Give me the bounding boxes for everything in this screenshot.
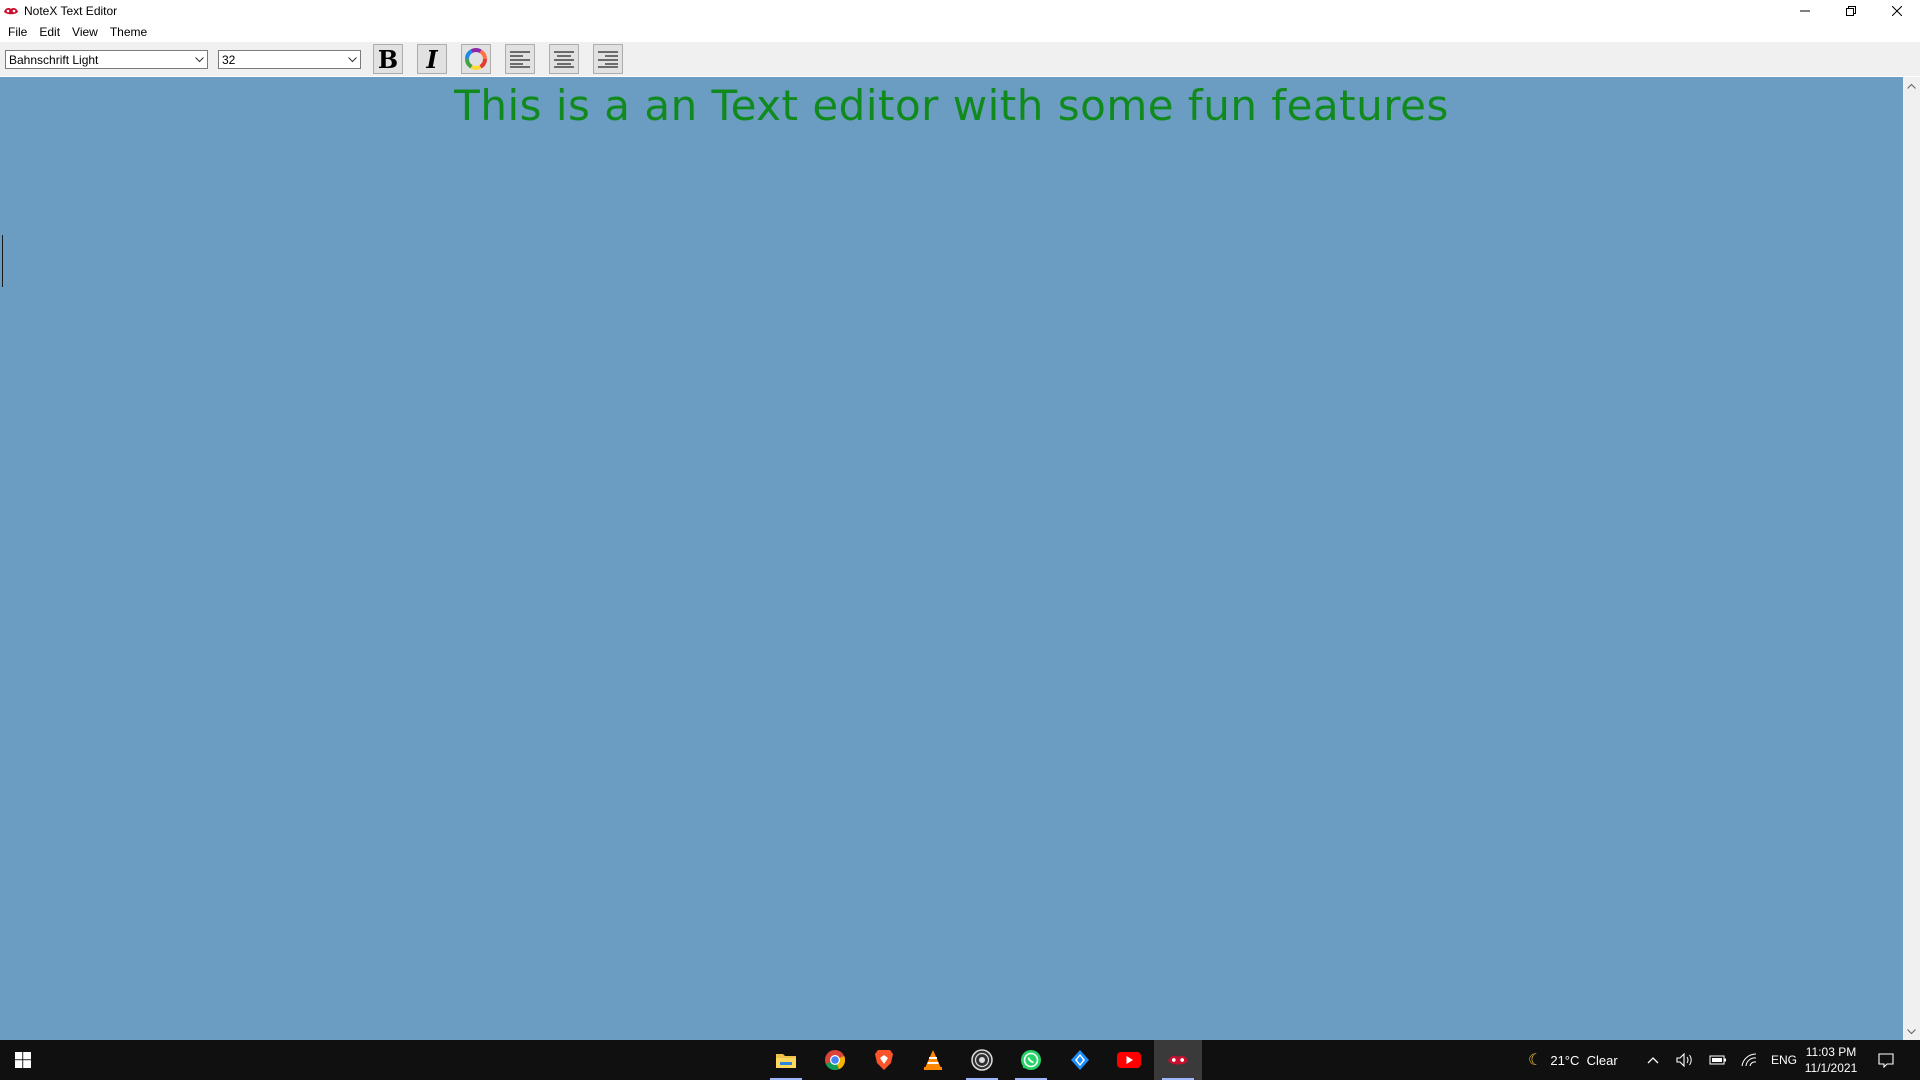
close-button[interactable] xyxy=(1874,0,1920,22)
taskbar-chrome[interactable] xyxy=(811,1040,859,1080)
scroll-down-button[interactable] xyxy=(1903,1023,1920,1040)
battery-icon xyxy=(1709,1055,1726,1065)
menu-edit[interactable]: Edit xyxy=(33,22,66,42)
notifications-button[interactable] xyxy=(1878,1040,1894,1080)
align-left-icon xyxy=(510,51,530,68)
vlc-icon xyxy=(924,1050,942,1070)
color-wheel-icon xyxy=(465,48,487,70)
italic-icon: I xyxy=(426,44,438,74)
font-family-value: Bahnschrift Light xyxy=(9,52,99,67)
messenger-icon xyxy=(1071,1050,1089,1070)
wifi-icon xyxy=(1741,1053,1757,1067)
weather-text: 21°C Clear xyxy=(1550,1052,1618,1068)
chevron-up-icon xyxy=(1907,83,1916,89)
taskbar-brave[interactable] xyxy=(860,1040,908,1080)
menu-theme[interactable]: Theme xyxy=(104,22,153,42)
chevron-down-icon xyxy=(191,51,207,68)
taskbar-whatsapp[interactable] xyxy=(1007,1040,1055,1080)
window-title: NoteX Text Editor xyxy=(24,4,118,18)
taskbar-obs[interactable] xyxy=(958,1040,1006,1080)
obs-icon xyxy=(971,1049,993,1071)
title-bar: NoteX Text Editor xyxy=(0,0,1920,22)
clock-time: 11:03 PM xyxy=(1805,1045,1857,1059)
taskbar-notex[interactable] xyxy=(1154,1040,1202,1080)
file-explorer-icon xyxy=(776,1054,796,1068)
volume-button[interactable] xyxy=(1676,1040,1694,1080)
scroll-up-button[interactable] xyxy=(1903,77,1920,94)
close-icon xyxy=(1892,6,1902,16)
chevron-up-icon xyxy=(1647,1057,1659,1064)
editor-text-area[interactable]: This is a an Text editor with some fun f… xyxy=(0,77,1903,1040)
restore-icon xyxy=(1846,6,1856,16)
speaker-icon xyxy=(1676,1053,1692,1067)
align-right-button[interactable] xyxy=(593,44,623,74)
clock-date: 11/1/2021 xyxy=(1804,1061,1858,1075)
menu-bar: File Edit View Theme xyxy=(0,22,1920,42)
editor-text: This is a an Text editor with some fun f… xyxy=(454,81,1449,130)
font-size-select[interactable]: 32 xyxy=(218,50,361,69)
menu-file[interactable]: File xyxy=(0,22,33,42)
taskbar: ☾ 21°C Clear ENG 11:03 PM 11/1/2021 xyxy=(0,1040,1920,1080)
align-center-button[interactable] xyxy=(549,44,579,74)
taskbar-messenger[interactable] xyxy=(1056,1040,1104,1080)
chevron-down-icon xyxy=(1907,1028,1916,1034)
input-language[interactable]: ENG xyxy=(1771,1040,1797,1080)
start-button[interactable] xyxy=(0,1040,46,1080)
bold-button[interactable]: B xyxy=(373,44,403,74)
text-color-button[interactable] xyxy=(461,44,491,74)
italic-button[interactable]: I xyxy=(417,44,447,74)
show-hidden-icons-button[interactable] xyxy=(1647,1040,1659,1080)
battery-button[interactable] xyxy=(1709,1040,1727,1080)
minimize-button[interactable] xyxy=(1782,0,1828,22)
app-logo-icon xyxy=(3,5,19,17)
align-left-button[interactable] xyxy=(505,44,535,74)
menu-view[interactable]: View xyxy=(66,22,104,42)
align-center-icon xyxy=(554,51,574,68)
clock[interactable]: 11:03 PM 11/1/2021 xyxy=(1796,1044,1866,1076)
taskbar-file-explorer[interactable] xyxy=(762,1040,810,1080)
network-button[interactable] xyxy=(1741,1040,1757,1080)
whatsapp-icon xyxy=(1021,1050,1041,1070)
windows-icon xyxy=(15,1052,31,1068)
chrome-icon xyxy=(825,1050,846,1071)
taskbar-vlc[interactable] xyxy=(909,1040,957,1080)
align-right-icon xyxy=(598,51,618,68)
vertical-scrollbar[interactable] xyxy=(1903,77,1920,1040)
restore-button[interactable] xyxy=(1828,0,1874,22)
text-caret xyxy=(2,235,3,287)
bold-icon: B xyxy=(377,44,399,74)
minimize-icon xyxy=(1800,10,1810,12)
font-size-value: 32 xyxy=(222,52,236,67)
taskbar-youtube[interactable] xyxy=(1105,1040,1153,1080)
notex-icon xyxy=(1168,1055,1188,1065)
brave-icon xyxy=(875,1050,893,1070)
notification-icon xyxy=(1878,1053,1894,1068)
weather-widget[interactable]: ☾ 21°C Clear xyxy=(1528,1040,1618,1080)
youtube-icon xyxy=(1117,1052,1141,1068)
moon-icon: ☾ xyxy=(1528,1052,1543,1069)
font-family-select[interactable]: Bahnschrift Light xyxy=(5,50,208,69)
chevron-down-icon xyxy=(344,51,360,68)
